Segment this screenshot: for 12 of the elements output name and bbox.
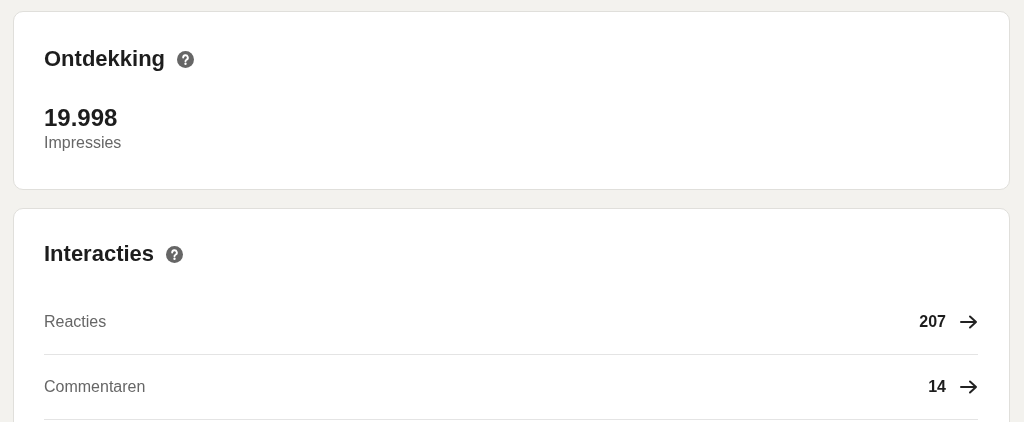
help-icon[interactable] [177,50,194,68]
impressions-count: 19.998 [44,104,119,132]
metric-count: 14 [928,378,946,396]
section-title: Ontdekking [44,45,165,73]
metric-label: Commentaren [44,378,147,396]
impressions-label: Impressies [44,133,123,153]
arrow-right-icon[interactable] [960,380,978,394]
section-title: Interacties [44,240,155,268]
arrow-right-icon[interactable] [960,315,978,329]
help-icon[interactable] [166,245,184,263]
metric-label: Reacties [44,313,108,331]
metric-count: 207 [919,313,946,331]
